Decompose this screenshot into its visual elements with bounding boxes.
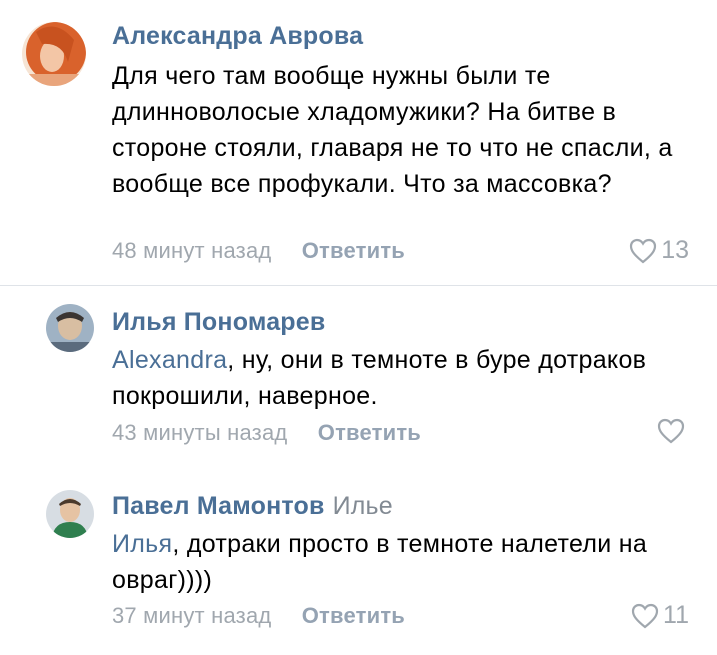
like-count: 11 [663,601,689,629]
author-name[interactable]: Александра Аврова [112,22,363,51]
comment: Александра Аврова Для чего там вообще ну… [0,0,717,285]
heart-outline-icon [631,603,659,628]
author-name[interactable]: Павел Мамонтов Илье [112,492,393,521]
comment-meta: 48 минут назад Ответить [112,238,405,264]
comment-time: 43 минуты назад [112,420,288,445]
avatar[interactable] [22,22,86,86]
mention-link[interactable]: Илья [112,530,172,558]
comment: Павел Мамонтов Илье Илья, дотраки просто … [0,470,717,655]
avatar-image [46,304,94,352]
comment-text: Alexandra, ну, они в темноте в буре дотр… [112,342,702,414]
mention-link[interactable]: Alexandra [112,346,227,374]
author-name-text: Александра Аврова [112,22,364,50]
avatar-image [46,490,94,538]
comment-time: 37 минут назад [112,603,272,628]
reply-to[interactable]: Илье [333,492,393,520]
avatar[interactable] [46,304,94,352]
avatar[interactable] [46,490,94,538]
like-count: 13 [661,236,689,264]
like-button[interactable]: 11 [631,601,689,630]
comment: Илья Пономарев Alexandra, ну, они в темн… [0,286,717,470]
reply-button[interactable]: Ответить [302,238,405,263]
avatar-image [22,22,86,86]
comment-time: 48 минут назад [112,238,272,263]
author-name-text: Илья Пономарев [112,308,326,336]
comment-text: Илья, дотраки просто в темноте налетели … [112,526,702,598]
reply-button[interactable]: Ответить [318,420,421,445]
like-button[interactable] [657,418,689,444]
like-button[interactable]: 13 [629,236,689,265]
comment-meta: 43 минуты назад Ответить [112,420,421,446]
heart-outline-icon [657,418,685,444]
author-name[interactable]: Илья Пономарев [112,308,325,337]
comment-text: Для чего там вообще нужны были те длинно… [112,58,702,202]
comment-body: Для чего там вообще нужны были те длинно… [112,62,673,198]
author-name-text: Павел Мамонтов [112,492,325,520]
reply-button[interactable]: Ответить [302,603,405,628]
comment-body: , дотраки просто в темноте налетели на о… [112,530,648,594]
comment-meta: 37 минут назад Ответить [112,603,405,629]
heart-outline-icon [630,238,657,263]
